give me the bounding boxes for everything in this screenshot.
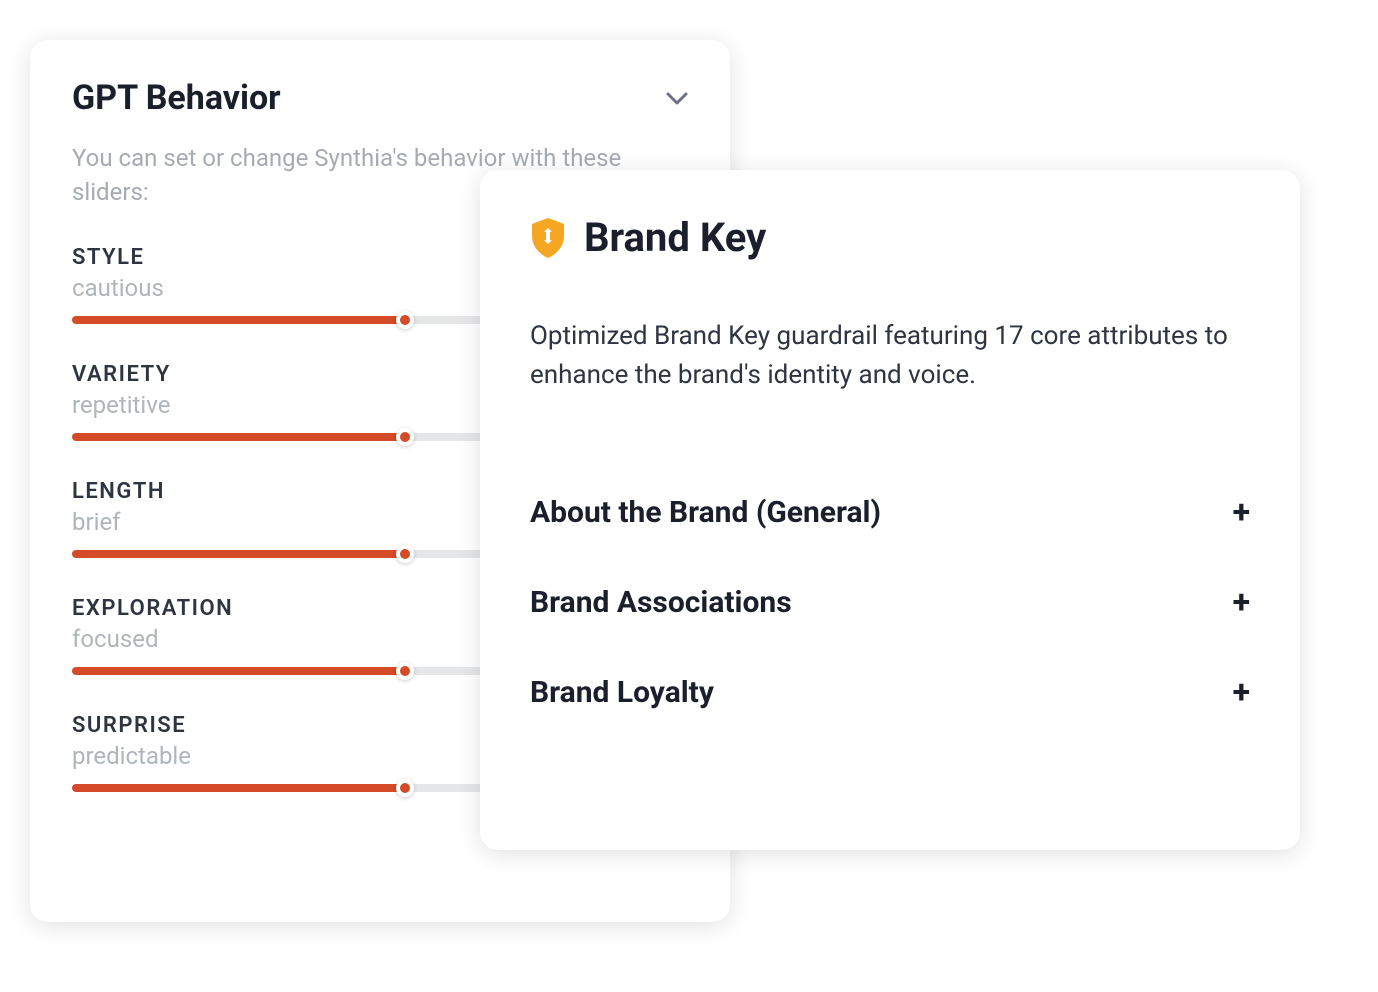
accordion-title: About the Brand (General)	[530, 495, 881, 530]
plus-icon[interactable]: +	[1233, 673, 1250, 711]
slider-fill	[72, 667, 405, 675]
plus-icon[interactable]: +	[1233, 583, 1250, 621]
accordion-item-1[interactable]: Brand Associations +	[530, 557, 1250, 647]
brand-title: Brand Key	[584, 214, 766, 261]
slider-fill	[72, 784, 405, 792]
slider-thumb[interactable]	[396, 311, 414, 329]
chevron-down-icon[interactable]	[666, 83, 688, 113]
slider-thumb[interactable]	[396, 779, 414, 797]
accordion-title: Brand Associations	[530, 585, 792, 620]
slider-fill	[72, 550, 405, 558]
slider-thumb[interactable]	[396, 662, 414, 680]
brand-key-panel: Brand Key Optimized Brand Key guardrail …	[480, 170, 1300, 850]
slider-thumb[interactable]	[396, 428, 414, 446]
behavior-title: GPT Behavior	[72, 78, 281, 118]
behavior-header: GPT Behavior	[72, 78, 688, 118]
slider-fill	[72, 316, 405, 324]
brand-header: Brand Key	[530, 214, 1250, 261]
accordion-title: Brand Loyalty	[530, 675, 714, 710]
slider-fill	[72, 433, 405, 441]
plus-icon[interactable]: +	[1233, 493, 1250, 531]
brand-description: Optimized Brand Key guardrail featuring …	[530, 317, 1250, 395]
accordion-item-2[interactable]: Brand Loyalty +	[530, 647, 1250, 737]
slider-thumb[interactable]	[396, 545, 414, 563]
shield-icon	[530, 218, 566, 258]
accordion-item-0[interactable]: About the Brand (General) +	[530, 467, 1250, 557]
